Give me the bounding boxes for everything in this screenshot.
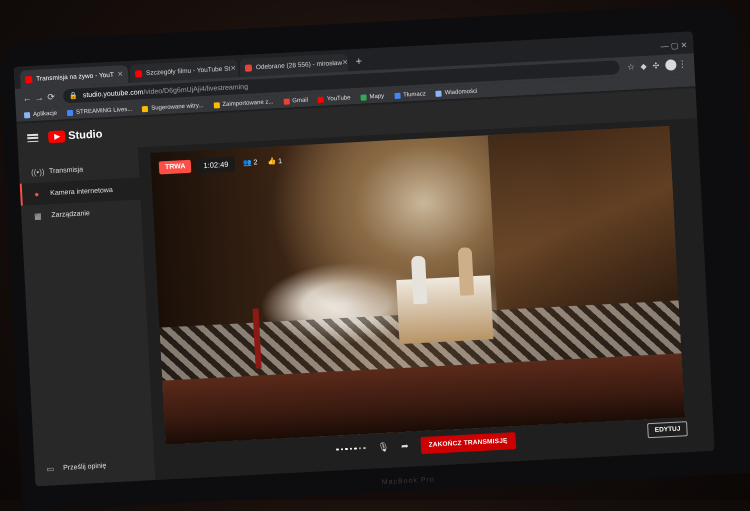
youtube-favicon-icon — [25, 75, 33, 83]
microphone-icon[interactable]: 🎙 — [377, 441, 389, 453]
studio-logo-text[interactable]: Studio — [68, 128, 103, 142]
viewers-count: 2 — [253, 159, 258, 167]
bookmark-suggested[interactable]: Sugerowane witry... — [142, 102, 204, 112]
folder-icon — [142, 105, 149, 112]
feedback-label: Prześlij opinię — [63, 462, 107, 472]
bookmark-imported[interactable]: Zaimportowane z... — [213, 98, 274, 109]
youtube-favicon-icon — [134, 69, 143, 78]
back-arrow-icon[interactable]: ← — [21, 93, 34, 104]
main-content: TRWA 1:02:49 👥 2 👍 1 🎙 ➦ ZAKOŃCZ TRANSMI… — [137, 118, 715, 481]
bookmark-translate[interactable]: Tłumacz — [393, 90, 426, 99]
url-path: /video/D6g6mUjAji4/livestreaming — [143, 83, 249, 96]
youtube-logo-icon[interactable] — [47, 130, 66, 144]
audio-level-dots — [336, 446, 366, 451]
puzzle-icon[interactable]: ✣ — [652, 61, 659, 70]
lock-icon: 🔒 — [68, 92, 79, 101]
bookmark-label: Zaimportowane z... — [222, 98, 274, 108]
window-controls-icon[interactable]: — ▢ ✕ — [660, 41, 687, 51]
likes-count: 1 — [277, 158, 283, 166]
tab-title: Odebrane (28 556) - mirosław — [255, 59, 343, 71]
priest-figure — [410, 255, 428, 305]
bookmark-icon — [66, 109, 74, 116]
new-tab-button[interactable]: + — [355, 56, 362, 68]
altar-table — [396, 275, 494, 345]
likes-stat: 👍 1 — [267, 157, 282, 166]
youtube-icon — [317, 96, 325, 103]
gmail-icon — [283, 98, 290, 105]
edit-button[interactable]: EDYTUJ — [647, 421, 688, 439]
thumbs-up-icon: 👍 — [267, 158, 277, 166]
live-badge: TRWA — [158, 159, 192, 175]
bookmark-streaming[interactable]: STREAMING Lives... — [66, 106, 133, 116]
bookmark-news[interactable]: Wiadomości — [435, 88, 478, 97]
gmail-favicon-icon — [244, 63, 253, 72]
bookmark-label: STREAMING Lives... — [75, 106, 133, 116]
translate-icon — [393, 92, 401, 99]
reload-icon[interactable]: ⟳ — [45, 91, 58, 103]
sidebar-item-label: Kamera internetowa — [50, 186, 113, 197]
profile-avatar[interactable] — [665, 58, 677, 71]
bookmark-apps[interactable]: Aplikacje — [23, 110, 58, 118]
end-stream-button[interactable]: ZAKOŃCZ TRANSMISJĘ — [420, 431, 516, 454]
maps-pin-icon — [360, 93, 367, 101]
share-arrow-icon[interactable]: ➦ — [401, 440, 409, 451]
apps-grid-icon — [23, 111, 31, 118]
url-host: studio.youtube.com — [82, 88, 144, 99]
close-icon[interactable]: ✕ — [230, 64, 236, 72]
bookmark-gmail[interactable]: Gmail — [283, 97, 309, 105]
camera-icon: ● — [34, 189, 40, 199]
menu-dots-icon[interactable]: ⋮ — [676, 58, 689, 70]
bookmark-label: Wiadomości — [444, 88, 478, 96]
stream-stats: 👥 2 👍 1 — [243, 157, 282, 167]
live-video-preview: TRWA 1:02:49 👥 2 👍 1 — [150, 125, 685, 445]
screen: Transmisja na żywo - YouT ✕ Szczegóły fi… — [13, 31, 715, 487]
sidebar-item-label: Transmisja — [48, 165, 84, 175]
bookmark-label: Mapy — [369, 93, 385, 100]
extension-icon[interactable]: ◆ — [640, 61, 647, 70]
bookmark-label: YouTube — [326, 94, 351, 103]
sidebar: ((•)) Transmisja ● Kamera internetowa ▦ … — [18, 147, 156, 487]
bookmark-label: Gmail — [292, 97, 309, 104]
bookmark-maps[interactable]: Mapy — [360, 93, 385, 101]
viewers-icon: 👥 — [242, 159, 252, 168]
priest-figure — [457, 247, 474, 296]
news-icon — [435, 90, 442, 97]
laptop-brand-label: MacBook Pro — [381, 476, 435, 487]
sidebar-item-label: Zarządzanie — [51, 209, 91, 219]
star-icon[interactable]: ☆ — [627, 62, 635, 71]
tab-title: Transmisja na żywo - YouT — [36, 71, 115, 83]
calendar-icon: ▦ — [33, 211, 42, 221]
close-icon[interactable]: ✕ — [117, 70, 123, 78]
laptop: Transmisja na żywo - YouT ✕ Szczegóły fi… — [0, 2, 750, 511]
broadcast-icon: ((•)) — [30, 166, 45, 177]
close-icon[interactable]: ✕ — [342, 58, 348, 66]
bookmark-label: Tłumacz — [402, 90, 426, 99]
bookmark-youtube[interactable]: YouTube — [317, 94, 351, 103]
folder-icon — [213, 101, 220, 109]
forward-arrow-icon[interactable]: → — [33, 92, 46, 103]
hamburger-menu-icon[interactable] — [27, 133, 39, 143]
live-status: TRWA 1:02:49 — [158, 156, 235, 176]
viewers-stat: 👥 2 — [243, 158, 258, 167]
send-feedback-link[interactable]: ▭ Prześlij opinię — [46, 462, 106, 474]
tab-title: Szczegóły filmu - YouTube St — [145, 65, 231, 77]
feedback-icon: ▭ — [46, 464, 55, 474]
elapsed-timer: 1:02:49 — [197, 156, 235, 174]
bookmark-label: Aplikacje — [32, 110, 58, 118]
bookmark-label: Sugerowane witry... — [151, 102, 204, 112]
